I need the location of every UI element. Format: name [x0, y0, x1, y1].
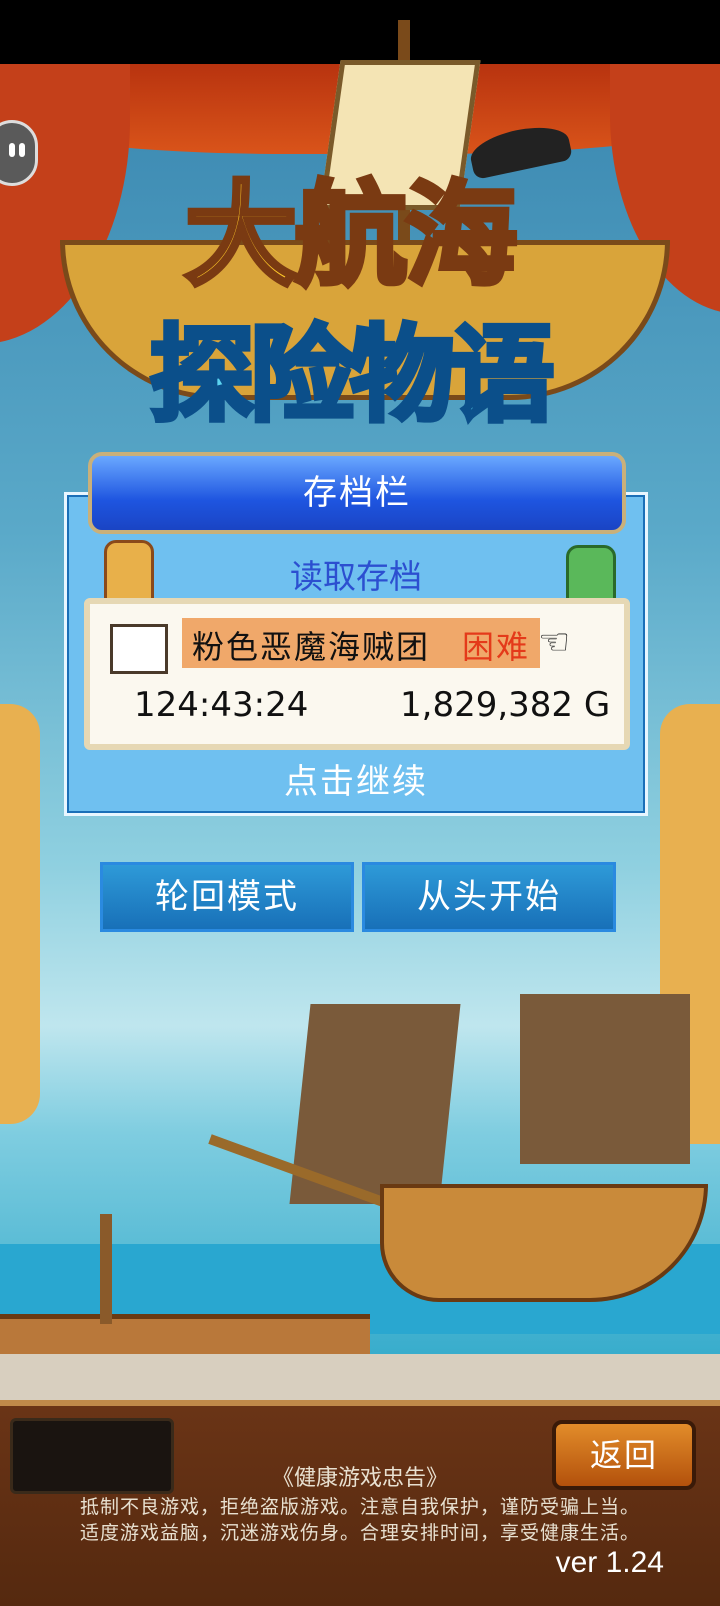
- health-notice-title: 《健康游戏忠告》: [271, 1466, 448, 1491]
- rocks: [0, 1354, 720, 1400]
- side-cloud-left: [0, 704, 40, 1124]
- logo-title: 大航海: [183, 169, 520, 304]
- slot-difficulty: 困难: [462, 628, 531, 666]
- version-label: ver 1.24: [555, 1546, 664, 1579]
- reincarnation-mode-button[interactable]: 轮回模式: [100, 862, 354, 932]
- slot-gold: 1,829,382 G: [400, 685, 611, 725]
- health-notice-line2: 适度游戏益脑，沉迷游戏伤身。合理安排时间，享受健康生活。: [79, 1522, 640, 1544]
- continue-button[interactable]: 点击继续: [64, 754, 648, 803]
- dock: [0, 1314, 370, 1359]
- ship-sail-rear: [520, 994, 690, 1164]
- dock-post: [100, 1214, 112, 1324]
- save-panel-header: 存档栏: [88, 452, 626, 534]
- pause-icon[interactable]: [0, 120, 38, 186]
- pointing-hand-icon: ☜: [538, 622, 571, 663]
- logo-subtitle: 探险物语: [147, 312, 556, 439]
- status-bar: [0, 0, 720, 64]
- quill-book-icon: [110, 624, 168, 674]
- slot-name: 粉色恶魔海贼团: [192, 628, 431, 666]
- slot-play-time: 124:43:24: [134, 685, 309, 725]
- load-save-label: 读取存档: [290, 557, 422, 596]
- new-game-button[interactable]: 从头开始: [362, 862, 616, 932]
- health-notice-line1: 抵制不良游戏，拒绝盗版游戏。注意自我保护，谨防受骗上当。: [79, 1496, 640, 1518]
